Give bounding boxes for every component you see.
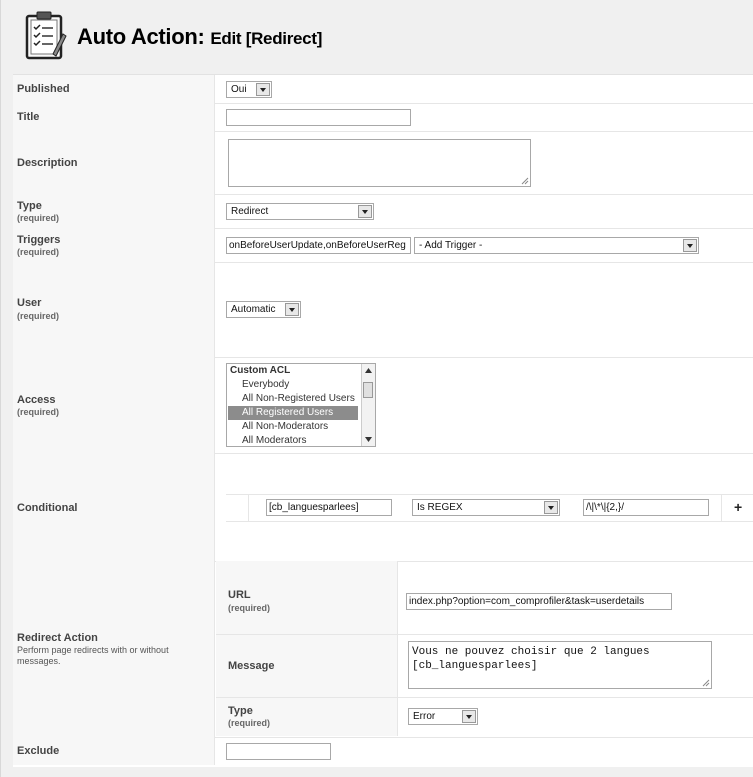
access-required: (required) (17, 407, 60, 417)
published-label: Published (17, 83, 70, 95)
message-line-1: Vous ne pouvez choisir que 2 langues (412, 646, 650, 658)
access-optgroup: Custom ACL (230, 365, 291, 376)
conditional-operator-select[interactable]: Is REGEX (412, 499, 560, 516)
subrow-url: URL (required) index.php?option=com_comp… (216, 561, 753, 635)
page-frame: Auto Action: Edit [Redirect] Published O… (0, 0, 753, 777)
redirect-type-required: (required) (228, 718, 271, 728)
redirect-type-select[interactable]: Error (408, 708, 478, 725)
resize-grip-icon[interactable] (521, 177, 529, 185)
exclude-label: Exclude (17, 745, 60, 757)
row-user: User (required) Automatic (13, 262, 753, 358)
page-title-main: Auto Action: (77, 24, 205, 49)
conditional-label: Conditional (17, 502, 78, 514)
page-title: Auto Action: Edit [Redirect] (77, 24, 322, 50)
conditional-value-input[interactable]: /\|\*\|{2,}/ (583, 499, 709, 516)
redirect-type-label: Type (228, 705, 253, 717)
redirect-action-label: Redirect Action (17, 632, 98, 644)
scroll-down-icon[interactable] (365, 437, 372, 442)
subrow-message: Message Vous ne pouvez choisir que 2 lan… (216, 635, 753, 698)
access-listbox[interactable]: Custom ACL Everybody All Non-Registered … (226, 363, 376, 447)
chevron-down-icon (462, 710, 476, 723)
notepad-checklist-icon (25, 11, 67, 60)
row-description: Description (13, 131, 753, 195)
row-redirect-action: Redirect Action Perform page redirects w… (13, 561, 753, 738)
message-textarea[interactable]: Vous ne pouvez choisir que 2 langues [cb… (408, 641, 712, 689)
access-option[interactable]: Everybody (228, 378, 289, 392)
row-published: Published Oui (13, 75, 753, 104)
conditional-row: [cb_languesparlees] Is REGEX /\|\*\|{2,}… (226, 494, 753, 522)
access-option[interactable]: All Non-Registered Users (228, 392, 355, 406)
chevron-down-icon (358, 205, 372, 218)
row-triggers: Triggers (required) onBeforeUserUpdate,o… (13, 228, 753, 263)
access-option[interactable]: All Moderators (228, 434, 306, 446)
user-label: User (17, 297, 42, 309)
row-type: Type (required) Redirect (13, 194, 753, 229)
published-value: Oui (231, 84, 247, 95)
type-select[interactable]: Redirect (226, 203, 374, 220)
row-title: Title (13, 103, 753, 132)
row-exclude: Exclude (13, 737, 753, 765)
resize-grip-icon[interactable] (702, 679, 710, 687)
published-select[interactable]: Oui (226, 81, 272, 98)
triggers-label: Triggers (17, 234, 61, 246)
url-label: URL (228, 589, 251, 601)
subrow-redirect-type: Type (required) Error (216, 698, 753, 736)
redirect-action-description: Perform page redirects with or without m… (17, 645, 169, 666)
scroll-up-icon[interactable] (365, 368, 372, 373)
page-title-sub: Edit [Redirect] (210, 29, 323, 48)
add-trigger-select[interactable]: - Add Trigger - (414, 237, 699, 254)
url-required: (required) (228, 603, 271, 613)
user-required: (required) (17, 311, 60, 321)
message-line-2: [cb_languesparlees] (412, 660, 538, 672)
scroll-thumb[interactable] (363, 382, 373, 398)
exclude-input[interactable] (226, 743, 331, 760)
access-scrollbar[interactable] (361, 364, 375, 446)
conditional-field-input[interactable]: [cb_languesparlees] (266, 499, 392, 516)
user-select[interactable]: Automatic (226, 301, 301, 318)
url-input[interactable]: index.php?option=com_comprofiler&task=us… (406, 593, 672, 610)
title-input[interactable] (226, 109, 411, 126)
page-header: Auto Action: Edit [Redirect] (1, 0, 753, 74)
type-required: (required) (17, 213, 60, 223)
row-access: Access (required) Custom ACL Everybody A… (13, 357, 753, 454)
form-panel: Published Oui Title Description Type (re… (13, 74, 753, 767)
chevron-down-icon (683, 239, 697, 252)
access-option[interactable]: All Non-Moderators (228, 420, 328, 434)
description-label: Description (17, 157, 78, 169)
type-label: Type (17, 200, 42, 212)
access-label: Access (17, 394, 56, 406)
chevron-down-icon (256, 83, 270, 96)
triggers-input[interactable]: onBeforeUserUpdate,onBeforeUserReg (226, 237, 411, 254)
description-textarea[interactable] (228, 139, 531, 187)
message-label: Message (228, 660, 275, 672)
add-condition-button[interactable]: + (734, 499, 742, 515)
title-label: Title (17, 111, 40, 123)
chevron-down-icon (285, 303, 299, 316)
triggers-required: (required) (17, 247, 60, 257)
row-conditional: Conditional [cb_languesparlees] Is REGEX… (13, 453, 753, 562)
chevron-down-icon (544, 501, 558, 514)
access-option-selected[interactable]: All Registered Users (228, 406, 358, 420)
